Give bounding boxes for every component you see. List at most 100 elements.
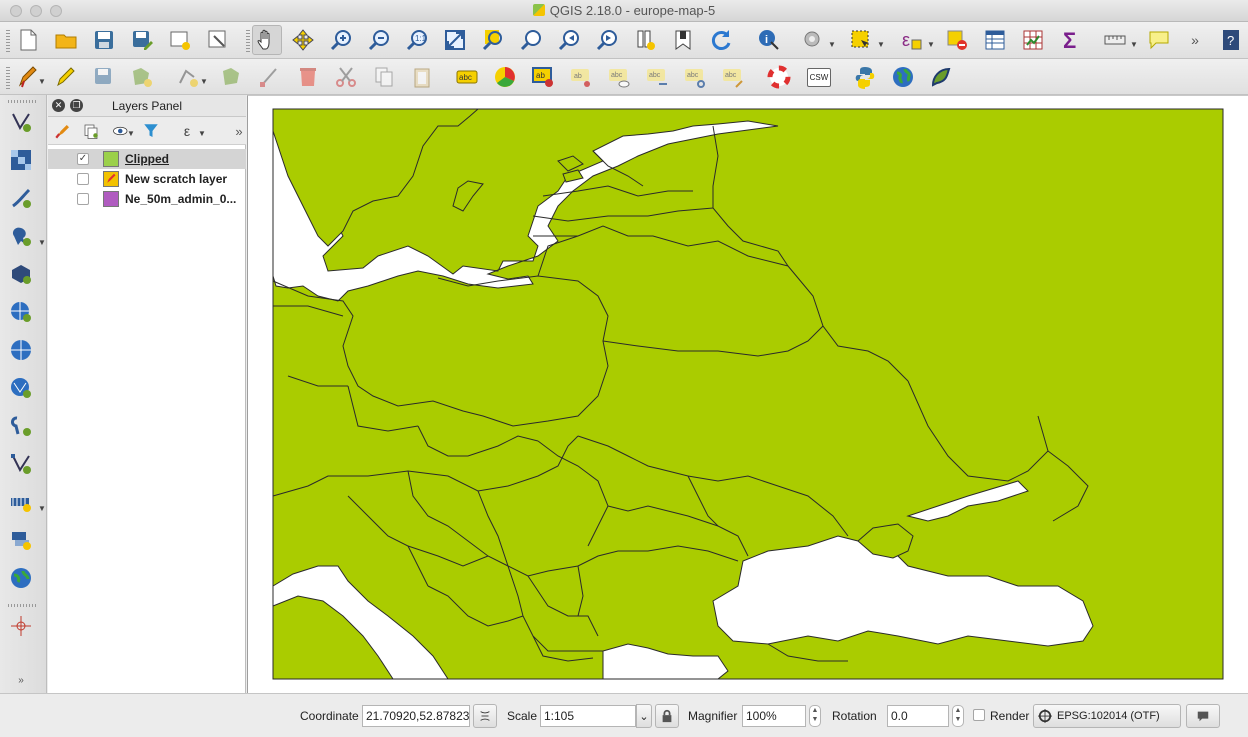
select-expression-dropdown-icon[interactable]: ▼ xyxy=(927,40,935,49)
geometry-checker-icon[interactable] xyxy=(926,62,956,92)
change-label-icon[interactable]: abc xyxy=(718,62,748,92)
toolbar-grip[interactable] xyxy=(8,604,38,607)
run-action-dropdown-icon[interactable]: ▼ xyxy=(828,40,836,49)
new-gpx-icon[interactable] xyxy=(6,449,36,479)
identify-icon[interactable]: i xyxy=(754,25,784,55)
zoom-to-layer-icon[interactable] xyxy=(516,25,546,55)
crs-button[interactable]: EPSG:102014 (OTF) xyxy=(1033,704,1181,728)
layer-row-clipped[interactable]: ✓ Clipped xyxy=(48,149,246,169)
measure-icon[interactable] xyxy=(1100,25,1130,55)
coordinate-field[interactable]: 21.70920,52.87823 xyxy=(362,705,470,727)
scale-combobox[interactable]: 1:105 xyxy=(540,705,636,727)
add-spatialite-icon[interactable] xyxy=(6,259,36,289)
add-oracle-icon[interactable] xyxy=(6,563,36,593)
vertex-dropdown-icon[interactable]: ▼ xyxy=(200,77,208,86)
csw-icon[interactable]: CSW xyxy=(804,62,834,92)
add-wfs-icon[interactable] xyxy=(6,373,36,403)
lock-scale-icon[interactable] xyxy=(655,704,679,728)
refresh-icon[interactable] xyxy=(706,25,736,55)
scale-dropdown-icon[interactable]: ⌄ xyxy=(636,704,652,728)
overflow-chevron-icon[interactable]: » xyxy=(1180,25,1210,55)
add-wms-icon[interactable] xyxy=(6,297,36,327)
add-feature-icon[interactable] xyxy=(127,62,157,92)
show-hide-label-icon[interactable]: abc xyxy=(604,62,634,92)
rotation-stepper[interactable]: ▲ ▼ xyxy=(952,705,964,727)
magnifier-field[interactable]: 100% xyxy=(742,705,806,727)
messages-icon[interactable] xyxy=(1186,704,1220,728)
save-edits-icon[interactable] xyxy=(89,62,119,92)
composer-manager-icon[interactable] xyxy=(203,25,233,55)
current-edits-dropdown-icon[interactable]: ▼ xyxy=(38,77,46,86)
magnifier-stepper[interactable]: ▲ ▼ xyxy=(809,705,821,727)
layer-visibility-checkbox[interactable] xyxy=(77,193,89,205)
node-tool-icon[interactable] xyxy=(255,62,285,92)
toolbar-grip[interactable] xyxy=(246,30,250,52)
filter-by-expression-icon[interactable]: ε xyxy=(176,120,198,142)
add-raster-layer-icon[interactable] xyxy=(6,145,36,175)
georeferencer-icon[interactable] xyxy=(6,611,36,641)
zoom-in-icon[interactable] xyxy=(326,25,356,55)
zoom-to-selection-icon[interactable] xyxy=(478,25,508,55)
map-canvas[interactable] xyxy=(247,95,1248,693)
postgis-dropdown-icon[interactable]: ▼ xyxy=(38,238,46,247)
vertex-tool-icon[interactable] xyxy=(173,62,203,92)
toolbar-grip[interactable] xyxy=(8,100,38,103)
select-by-expression-icon[interactable]: ε xyxy=(896,25,926,55)
zoom-full-icon[interactable] xyxy=(440,25,470,55)
pan-icon[interactable] xyxy=(252,25,282,55)
select-dropdown-icon[interactable]: ▼ xyxy=(877,40,885,49)
plugin-lifebuoy-icon[interactable] xyxy=(764,62,794,92)
python-console-icon[interactable] xyxy=(850,62,880,92)
add-virtual-layer-icon[interactable] xyxy=(6,487,36,517)
map-tips-icon[interactable] xyxy=(1144,25,1174,55)
field-calculator-icon[interactable] xyxy=(1018,25,1048,55)
rotation-field[interactable]: 0.0 xyxy=(887,705,949,727)
move-label-icon[interactable]: abc xyxy=(642,62,672,92)
save-project-icon[interactable] xyxy=(89,25,119,55)
toolbar-grip[interactable] xyxy=(6,30,10,52)
open-project-icon[interactable] xyxy=(51,25,81,55)
statistics-icon[interactable]: Σ xyxy=(1056,25,1086,55)
copy-features-icon[interactable] xyxy=(369,62,399,92)
add-delimited-text-icon[interactable] xyxy=(6,183,36,213)
new-map-view-icon[interactable] xyxy=(630,25,660,55)
add-wcs-icon[interactable] xyxy=(6,335,36,365)
highlight-label-icon[interactable]: ab xyxy=(528,62,558,92)
new-shapefile-icon[interactable] xyxy=(6,411,36,441)
move-feature-icon[interactable] xyxy=(217,62,247,92)
style-manager-icon[interactable] xyxy=(52,120,74,142)
add-mssql-icon[interactable] xyxy=(6,525,36,555)
filter-legend-icon[interactable] xyxy=(140,120,162,142)
attribute-table-icon[interactable] xyxy=(980,25,1010,55)
new-print-composer-icon[interactable] xyxy=(165,25,195,55)
delete-selected-icon[interactable] xyxy=(293,62,323,92)
cut-features-icon[interactable] xyxy=(331,62,361,92)
add-postgis-icon[interactable] xyxy=(6,221,36,251)
new-bookmark-icon[interactable] xyxy=(668,25,698,55)
deselect-icon[interactable] xyxy=(942,25,972,55)
help-icon[interactable]: ? xyxy=(1216,25,1246,55)
run-action-icon[interactable] xyxy=(798,25,828,55)
zoom-actual-size-icon[interactable]: 1:1 xyxy=(402,25,432,55)
diagram-icon[interactable] xyxy=(490,62,520,92)
layer-visibility-checkbox[interactable] xyxy=(77,173,89,185)
select-features-icon[interactable] xyxy=(846,25,876,55)
add-group-icon[interactable] xyxy=(80,120,102,142)
paste-features-icon[interactable] xyxy=(407,62,437,92)
layer-visibility-checkbox[interactable]: ✓ xyxy=(77,153,89,165)
toggle-editing-icon[interactable] xyxy=(51,62,81,92)
toolbar-grip[interactable] xyxy=(6,67,10,89)
rotate-label-icon[interactable]: abc xyxy=(680,62,710,92)
save-as-icon[interactable] xyxy=(127,25,157,55)
add-vector-layer-icon[interactable] xyxy=(6,107,36,137)
pin-label-icon[interactable]: ab xyxy=(566,62,596,92)
zoom-next-icon[interactable] xyxy=(592,25,622,55)
label-icon[interactable]: abc xyxy=(452,62,482,92)
render-checkbox[interactable] xyxy=(973,709,985,721)
map-render[interactable] xyxy=(248,96,1248,694)
toggle-extents-icon[interactable] xyxy=(473,704,497,728)
measure-dropdown-icon[interactable]: ▼ xyxy=(1130,40,1138,49)
visibility-dropdown-icon[interactable]: ▼ xyxy=(127,129,135,138)
expand-icon[interactable]: » xyxy=(6,673,36,687)
globe-icon[interactable] xyxy=(888,62,918,92)
